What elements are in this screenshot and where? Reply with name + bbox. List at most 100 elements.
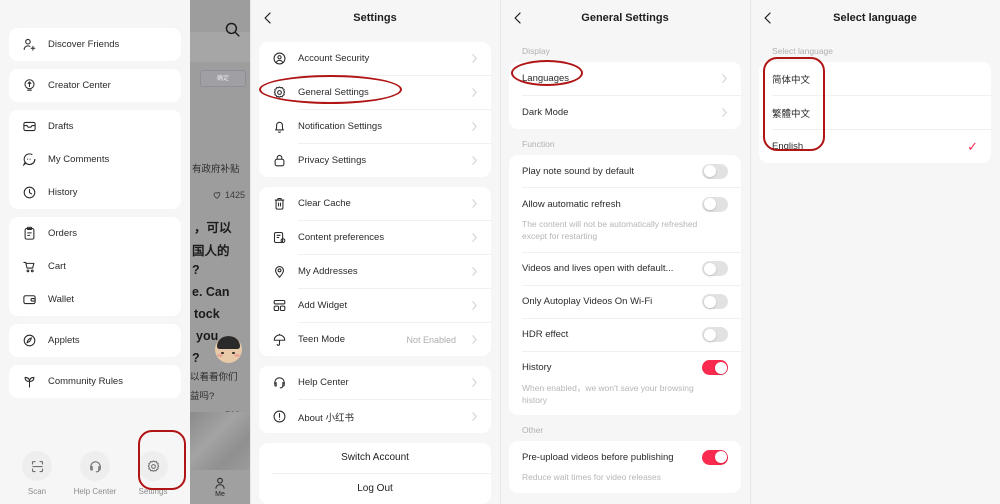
drawer-item-community-rules[interactable]: Community Rules: [9, 365, 181, 398]
drawer-item-label: Wallet: [48, 294, 75, 305]
drawer-group: Discover Friends: [9, 28, 181, 61]
settings-row-account-security[interactable]: Account Security: [259, 42, 491, 75]
screenshot-board: 确定 有政府补贴 1425 ，可以 国人的 ? e. Can tock you …: [0, 0, 1000, 504]
page-title: Select language: [833, 12, 917, 24]
settings-row-about[interactable]: About 小红书: [259, 400, 491, 433]
toggle-row-allow-automatic-refresh[interactable]: Allow automatic refresh The content will…: [509, 188, 741, 252]
log-out-button[interactable]: Log Out: [259, 474, 491, 504]
toggle-row-label: Only Autoplay Videos On Wi-Fi: [522, 296, 653, 308]
general-group-other: Pre-upload videos before publishing Redu…: [509, 441, 741, 493]
chevron-left-icon[interactable]: [261, 10, 275, 26]
general-row-languages[interactable]: Languages: [509, 62, 741, 95]
language-option-simplified-chinese[interactable]: 简体中文: [759, 62, 991, 95]
feed-text: tock: [194, 307, 220, 321]
language-option-english[interactable]: English ✓: [759, 130, 991, 163]
settings-row-help-center[interactable]: Help Center: [259, 366, 491, 399]
drawer-group: Creator Center: [9, 69, 181, 102]
settings-row-content-preferences[interactable]: Content preferences: [259, 221, 491, 254]
search-icon[interactable]: [224, 21, 241, 38]
quick-action-scan[interactable]: Scan: [11, 451, 63, 496]
feed-text: 以看看你们: [190, 372, 238, 383]
toggle-row-history[interactable]: History When enabled，we won't save your …: [509, 352, 741, 416]
drawer-item-orders[interactable]: Orders: [9, 217, 181, 250]
feed-text: ?: [192, 351, 200, 365]
settings-row-clear-cache[interactable]: Clear Cache: [259, 187, 491, 220]
check-icon: ✓: [967, 139, 978, 154]
settings-row-my-addresses[interactable]: My Addresses: [259, 255, 491, 288]
toggle-row-subtitle: The content will not be automatically re…: [522, 219, 698, 242]
toggle-row-videos-default[interactable]: Videos and lives open with default...: [509, 253, 741, 285]
feed-text: e. Can: [192, 285, 230, 299]
toggle-switch[interactable]: [702, 449, 728, 465]
chevron-right-icon: [471, 266, 478, 277]
quick-action-label: Settings: [138, 487, 168, 496]
toggle-row-pre-upload-videos[interactable]: Pre-upload videos before publishing Redu…: [509, 441, 741, 492]
feed-text: 益吗?: [190, 391, 215, 402]
chevron-right-icon: [471, 53, 478, 64]
settings-row-privacy-settings[interactable]: Privacy Settings: [259, 144, 491, 177]
quick-action-help-center[interactable]: Help Center: [69, 451, 121, 496]
bell-icon: [272, 119, 287, 134]
chevron-right-icon: [471, 155, 478, 166]
toggle-switch[interactable]: [702, 163, 728, 179]
language-option-label: English: [772, 141, 804, 152]
quick-action-settings[interactable]: Settings: [127, 451, 179, 496]
chevron-left-icon[interactable]: [761, 10, 775, 26]
drawer-item-discover-friends[interactable]: Discover Friends: [9, 28, 181, 61]
panel-select-language: Select language Select language 简体中文 繁體中…: [750, 0, 1000, 504]
settings-group-support: Help Center About 小红书: [259, 366, 491, 433]
drawer-item-drafts[interactable]: Drafts: [9, 110, 181, 143]
toggle-row-play-note-sound[interactable]: Play note sound by default: [509, 155, 741, 187]
settings-row-label: Notification Settings: [298, 121, 382, 132]
panel-divider: [250, 0, 251, 504]
drawer-item-cart[interactable]: Cart: [9, 250, 181, 283]
toggle-switch[interactable]: [702, 294, 728, 310]
tab-me-label: Me: [215, 491, 225, 498]
user-plus-icon: [22, 37, 37, 52]
settings-row-value: Not Enabled: [406, 334, 456, 345]
general-row-dark-mode[interactable]: Dark Mode: [509, 96, 741, 129]
drawer-group: Drafts My Comments History: [9, 110, 181, 209]
feed-like-count: 1425: [212, 190, 245, 200]
panel-divider: [750, 0, 751, 504]
drawer-item-label: Drafts: [48, 121, 74, 132]
drawer-item-applets[interactable]: Applets: [9, 324, 181, 357]
toggle-row-label: Videos and lives open with default...: [522, 263, 674, 275]
location-pin-icon: [272, 264, 287, 279]
tab-me[interactable]: Me: [190, 470, 250, 504]
content-prefs-icon: [272, 230, 287, 245]
chevron-left-icon[interactable]: [511, 10, 525, 26]
navbar: Settings: [250, 0, 500, 36]
toggle-switch[interactable]: [702, 196, 728, 212]
drawer-item-wallet[interactable]: Wallet: [9, 283, 181, 316]
toggle-row-subtitle: Reduce wait times for video releases: [522, 472, 661, 483]
section-label-other: Other: [522, 425, 544, 436]
drawer-item-creator-center[interactable]: Creator Center: [9, 69, 181, 102]
toggle-switch[interactable]: [702, 261, 728, 277]
settings-row-label: Clear Cache: [298, 198, 351, 209]
clipboard-icon: [22, 226, 37, 241]
general-row-label: Languages: [522, 73, 570, 84]
toggle-switch[interactable]: [702, 360, 728, 376]
settings-row-general-settings[interactable]: General Settings: [259, 76, 491, 109]
panel-general-settings: General Settings Display Languages Dark …: [500, 0, 750, 504]
gear-icon: [272, 85, 287, 100]
toggle-switch[interactable]: [702, 327, 728, 343]
switch-account-button[interactable]: Switch Account: [259, 443, 491, 473]
wallet-icon: [22, 292, 37, 307]
toggle-row-hdr-effect[interactable]: HDR effect: [509, 319, 741, 351]
avatar: [215, 336, 242, 363]
language-option-traditional-chinese[interactable]: 繁體中文: [759, 96, 991, 129]
settings-row-notification-settings[interactable]: Notification Settings: [259, 110, 491, 143]
feed-thumbnail: [190, 412, 250, 472]
settings-row-teen-mode[interactable]: Teen Mode Not Enabled: [259, 323, 491, 356]
drawer-item-history[interactable]: History: [9, 176, 181, 209]
drawer-item-my-comments[interactable]: My Comments: [9, 143, 181, 176]
sprout-icon: [22, 374, 37, 389]
settings-row-label: Account Security: [298, 53, 370, 64]
chevron-right-icon: [471, 300, 478, 311]
settings-row-add-widget[interactable]: Add Widget: [259, 289, 491, 322]
chevron-right-icon: [471, 232, 478, 243]
umbrella-icon: [272, 332, 287, 347]
toggle-row-autoplay-wifi[interactable]: Only Autoplay Videos On Wi-Fi: [509, 286, 741, 318]
